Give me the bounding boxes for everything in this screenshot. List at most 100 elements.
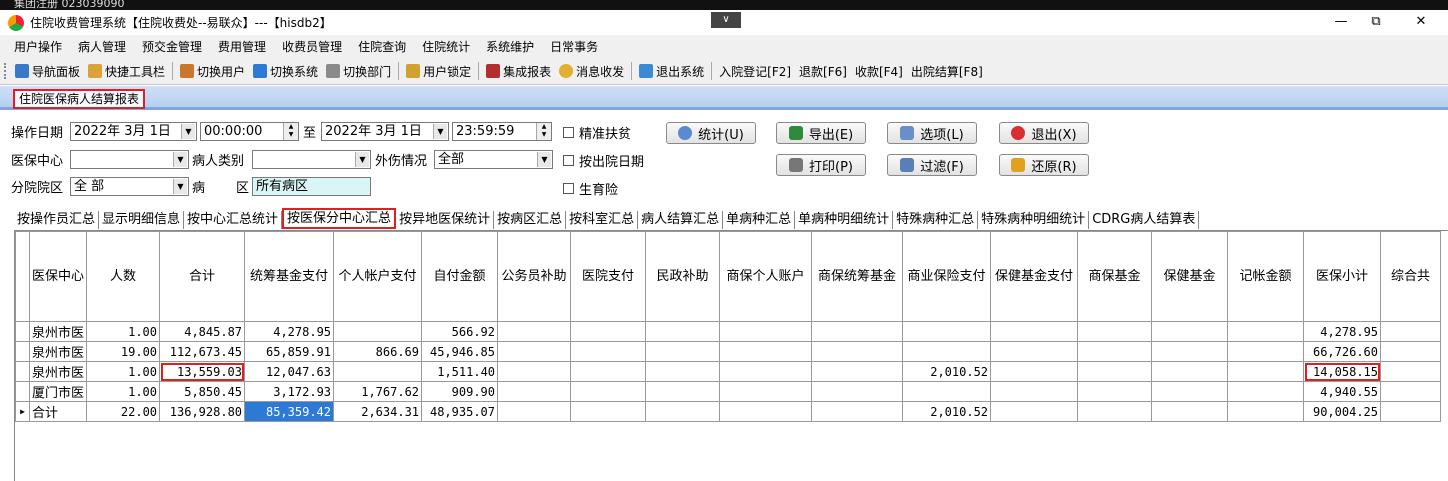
chevron-down-icon[interactable]: ▼ xyxy=(355,152,369,167)
filter-button[interactable]: 过滤(F) xyxy=(887,154,977,176)
table-cell[interactable]: 1,511.40 xyxy=(421,361,499,382)
chevron-down-icon[interactable]: ▼ xyxy=(173,152,187,167)
table-cell[interactable]: 12,047.63 xyxy=(244,361,335,382)
data-grid[interactable]: 医保中心 人数 合计 统筹基金支付 个人帐户支付 自付金额 公务员补助 医院支付… xyxy=(14,230,1448,481)
table-cell[interactable] xyxy=(990,401,1079,422)
restore-button[interactable]: 还原(R) xyxy=(999,154,1089,176)
col-header[interactable]: 统筹基金支付 xyxy=(244,231,335,322)
col-header[interactable]: 公务员补助 xyxy=(497,231,572,322)
table-cell[interactable] xyxy=(719,361,813,382)
table-cell[interactable]: 566.92 xyxy=(421,321,499,342)
table-row[interactable]: ▶ 合计 22.00 136,928.80 85,359.42 2,634.31 48,93… xyxy=(15,401,1442,422)
col-header[interactable]: 商业保险支付 xyxy=(902,231,992,322)
table-cell[interactable]: 112,673.45 xyxy=(159,341,246,362)
table-cell[interactable] xyxy=(570,321,647,342)
table-cell[interactable] xyxy=(1227,341,1305,362)
table-cell[interactable] xyxy=(1151,381,1229,402)
table-cell[interactable]: 45,946.85 xyxy=(421,341,499,362)
precision-poverty-checkbox[interactable]: 精准扶贫 xyxy=(563,123,631,142)
menu-deposit-mgmt[interactable]: 预交金管理 xyxy=(134,38,210,55)
table-cell[interactable] xyxy=(1077,401,1153,422)
table-cell[interactable] xyxy=(570,381,647,402)
table-cell[interactable] xyxy=(902,341,992,362)
patient-type-select[interactable]: ▼ xyxy=(252,150,371,169)
switch-user-button[interactable]: 切换用户 xyxy=(176,63,249,80)
col-header[interactable]: 自付金额 xyxy=(421,231,499,322)
injury-select[interactable]: 全部 ▼ xyxy=(434,150,553,169)
table-cell[interactable]: 136,928.80 xyxy=(159,401,246,422)
by-discharge-date-checkbox[interactable]: 按出院日期 xyxy=(563,151,644,170)
table-cell[interactable] xyxy=(497,341,572,362)
quit-button[interactable]: 退出(X) xyxy=(999,122,1089,144)
table-cell[interactable] xyxy=(719,381,813,402)
checkbox-box[interactable] xyxy=(563,127,574,138)
table-cell[interactable]: 1.00 xyxy=(86,321,161,342)
table-cell[interactable]: 5,850.45 xyxy=(159,381,246,402)
col-header[interactable]: 民政补助 xyxy=(645,231,721,322)
tab-special-disease[interactable]: 特殊病种汇总 xyxy=(893,211,979,229)
table-cell[interactable]: 厦门市医 xyxy=(28,381,88,402)
table-cell[interactable]: 2,010.52 xyxy=(902,361,992,382)
tab-by-insurance-subcenter[interactable]: 按医保分中心汇总 xyxy=(282,208,397,229)
table-cell[interactable] xyxy=(902,381,992,402)
row-indicator[interactable] xyxy=(15,381,30,402)
table-cell[interactable] xyxy=(902,321,992,342)
table-cell[interactable] xyxy=(811,341,904,362)
table-cell[interactable]: 1.00 xyxy=(86,361,161,382)
table-cell[interactable] xyxy=(1077,381,1153,402)
table-cell[interactable] xyxy=(645,321,721,342)
table-cell[interactable] xyxy=(497,401,572,422)
table-cell[interactable]: 66,726.60 xyxy=(1303,341,1382,362)
table-cell[interactable] xyxy=(570,401,647,422)
table-cell[interactable]: 4,278.95 xyxy=(244,321,335,342)
menu-user-ops[interactable]: 用户操作 xyxy=(6,38,70,55)
quick-toolbar-button[interactable]: 快捷工具栏 xyxy=(84,63,169,80)
tab-single-disease-detail[interactable]: 单病种明细统计 xyxy=(795,211,894,229)
table-cell[interactable] xyxy=(811,381,904,402)
tab-by-center[interactable]: 按中心汇总统计 xyxy=(184,211,283,229)
col-header[interactable]: 商保个人账户 xyxy=(719,231,813,322)
table-cell[interactable]: 1,767.62 xyxy=(333,381,423,402)
table-cell[interactable] xyxy=(1151,321,1229,342)
table-cell[interactable]: 合计 xyxy=(28,401,88,422)
table-cell[interactable] xyxy=(333,361,423,382)
toolbar-grip[interactable] xyxy=(4,63,7,79)
row-indicator[interactable] xyxy=(15,321,30,342)
col-header[interactable]: 个人帐户支付 xyxy=(333,231,423,322)
menu-cashier-mgmt[interactable]: 收费员管理 xyxy=(274,38,350,55)
table-cell[interactable] xyxy=(1077,341,1153,362)
table-cell[interactable] xyxy=(645,361,721,382)
branch-select[interactable]: 全 部 ▼ xyxy=(70,177,189,196)
table-cell[interactable] xyxy=(1380,341,1442,362)
user-lock-button[interactable]: 用户锁定 xyxy=(402,63,475,80)
table-cell[interactable]: 泉州市医 xyxy=(28,361,88,382)
table-cell[interactable] xyxy=(497,321,572,342)
table-cell[interactable] xyxy=(1151,341,1229,362)
table-cell[interactable] xyxy=(990,321,1079,342)
col-header[interactable]: 商保统筹基金 xyxy=(811,231,904,322)
tab-by-ward[interactable]: 按病区汇总 xyxy=(494,211,567,229)
table-cell[interactable] xyxy=(497,381,572,402)
table-cell[interactable]: 19.00 xyxy=(86,341,161,362)
stats-button[interactable]: 统计(U) xyxy=(666,122,756,144)
row-indicator[interactable] xyxy=(15,361,30,382)
table-cell[interactable] xyxy=(1380,401,1442,422)
table-cell[interactable] xyxy=(1227,401,1305,422)
menu-system-maint[interactable]: 系统维护 xyxy=(478,38,542,55)
table-cell[interactable] xyxy=(1380,321,1442,342)
col-header[interactable]: 医院支付 xyxy=(570,231,647,322)
table-cell[interactable] xyxy=(1227,321,1305,342)
table-cell[interactable]: 90,004.25 xyxy=(1303,401,1382,422)
table-cell[interactable] xyxy=(811,361,904,382)
table-cell[interactable]: 2,010.52 xyxy=(902,401,992,422)
nav-panel-button[interactable]: 导航面板 xyxy=(11,63,84,80)
table-row[interactable]: 泉州市医 1.00 13,559.03 12,047.63 1,511.40 2,010.… xyxy=(15,361,1442,382)
col-header[interactable]: 医保小计 xyxy=(1303,231,1382,322)
table-cell[interactable]: 13,559.03 xyxy=(159,361,246,382)
table-cell[interactable]: 4,278.95 xyxy=(1303,321,1382,342)
checkbox-box[interactable] xyxy=(563,183,574,194)
col-header[interactable]: 记帐金额 xyxy=(1227,231,1305,322)
table-cell[interactable] xyxy=(645,401,721,422)
table-cell[interactable] xyxy=(1227,381,1305,402)
tab-patient-settlement[interactable]: 病人结算汇总 xyxy=(638,211,724,229)
